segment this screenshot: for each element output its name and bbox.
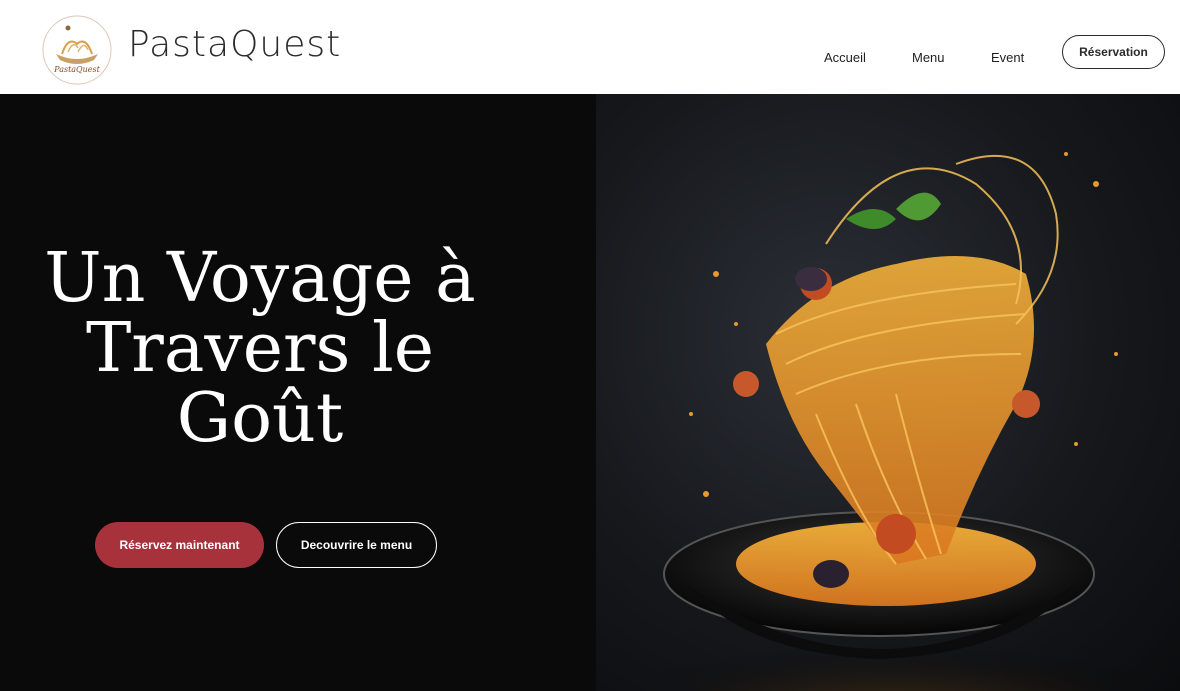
hero-title-line-3: Goût [176, 379, 344, 458]
nav-item-accueil[interactable]: Accueil [824, 50, 866, 65]
hero-title-line-1: Un Voyage à [44, 239, 476, 318]
site-header: PastaQuest PastaQuest Accueil Menu Event… [0, 0, 1180, 94]
reserve-now-button[interactable]: Réservez maintenant [95, 522, 264, 568]
reservation-button[interactable]: Réservation [1062, 35, 1165, 69]
nav-item-event[interactable]: Event [991, 50, 1024, 65]
hero-pasta-image [596, 94, 1180, 691]
nav-item-menu[interactable]: Menu [912, 50, 945, 65]
hero-section: Un Voyage à Travers le Goût Réservez mai… [0, 94, 1180, 691]
hero-title-line-2: Travers le [85, 309, 435, 388]
discover-menu-button[interactable]: Decouvrire le menu [276, 522, 437, 568]
hero-title: Un Voyage à Travers le Goût [40, 244, 480, 454]
main-nav: Accueil Menu Event [0, 0, 1180, 94]
